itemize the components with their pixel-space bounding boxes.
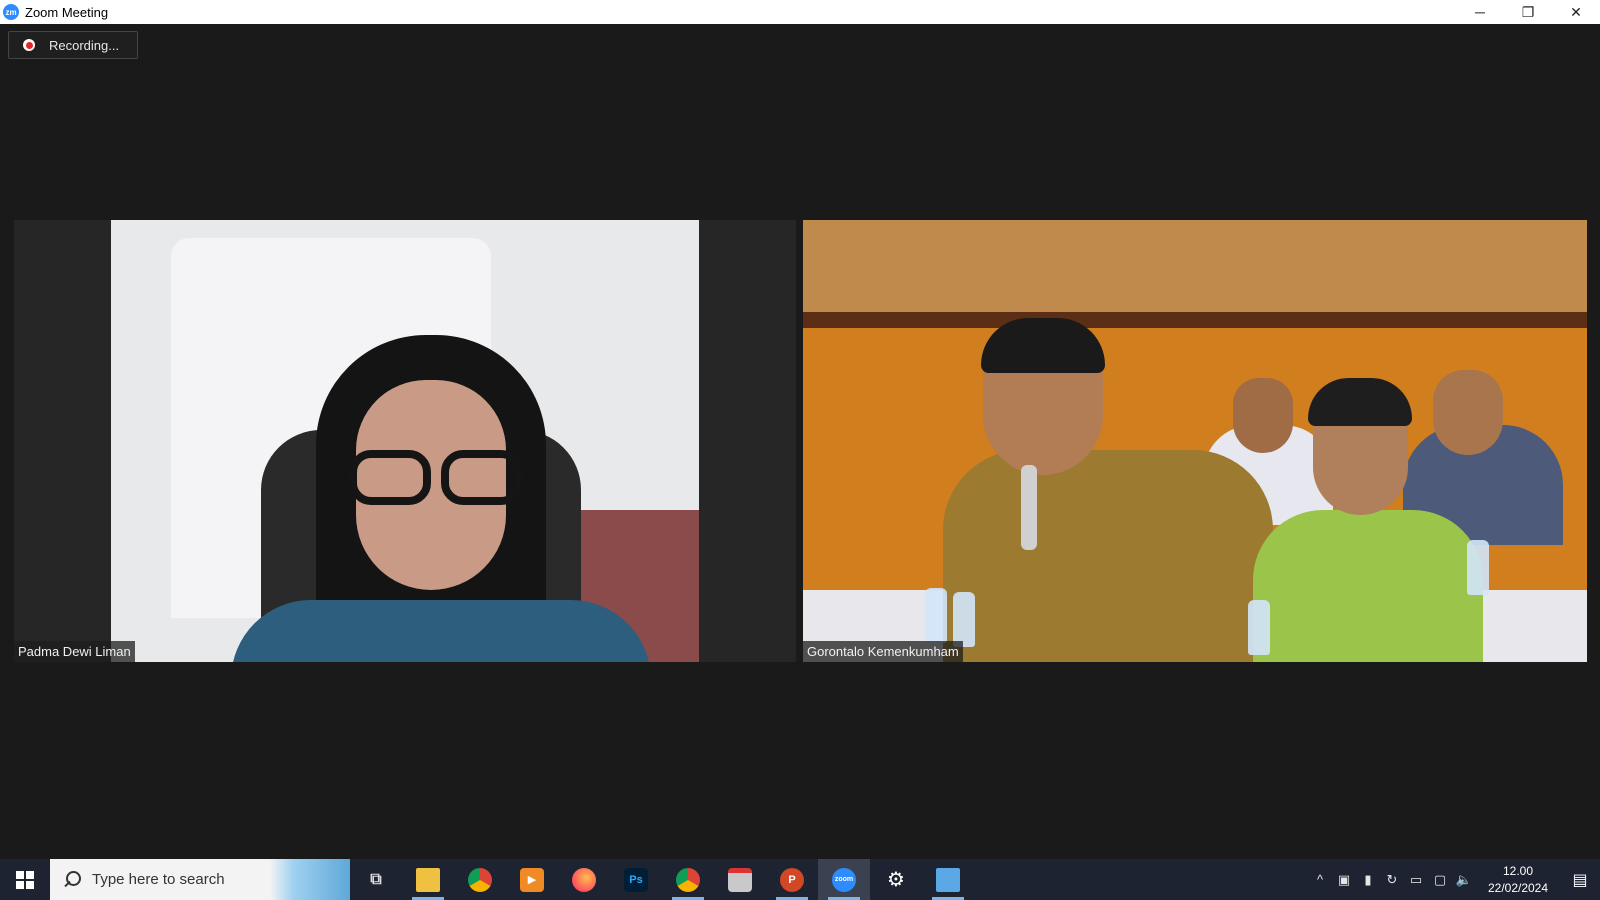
participant-name: Padma Dewi Liman bbox=[14, 641, 135, 662]
restore-button[interactable]: ❐ bbox=[1504, 0, 1552, 24]
recording-label: Recording... bbox=[49, 37, 120, 53]
network-icon[interactable]: ▢ bbox=[1428, 859, 1452, 900]
camera-icon[interactable]: ▣ bbox=[1332, 859, 1356, 900]
taskbar-settings[interactable]: ⚙ bbox=[870, 859, 922, 900]
microphone bbox=[1021, 465, 1037, 550]
photoshop-icon: Ps bbox=[624, 867, 648, 892]
taskbar-chrome[interactable] bbox=[454, 859, 506, 900]
zoom-icon: zm bbox=[3, 4, 19, 20]
window-title: Zoom Meeting bbox=[25, 4, 109, 20]
windows-icon bbox=[16, 870, 34, 889]
volume-icon[interactable]: 🔈 bbox=[1452, 859, 1476, 900]
participant-name: Gorontalo Kemenkumham bbox=[803, 641, 963, 662]
start-button[interactable] bbox=[0, 859, 50, 900]
gear-icon: ⚙ bbox=[887, 869, 905, 891]
recording-indicator[interactable]: Recording... bbox=[8, 31, 138, 59]
update-icon[interactable]: ↻ bbox=[1380, 859, 1404, 900]
microphone-icon[interactable]: ▮ bbox=[1356, 859, 1380, 900]
taskbar-remote-desktop[interactable] bbox=[922, 859, 974, 900]
taskbar-file-explorer[interactable] bbox=[402, 859, 454, 900]
video-tile-2[interactable]: Gorontalo Kemenkumham bbox=[803, 220, 1587, 662]
taskbar-powerpoint[interactable]: P bbox=[766, 859, 818, 900]
meeting-area: Recording... Padma Dewi Liman Gorontalo … bbox=[0, 24, 1600, 859]
taskbar: Type here to search ⧉ ▶ Ps P zoom ⚙ ^ ▣ … bbox=[0, 859, 1600, 900]
search-icon bbox=[62, 870, 82, 890]
firefox-icon bbox=[572, 867, 596, 892]
chevron-up-icon[interactable]: ^ bbox=[1308, 859, 1332, 900]
window-controls: ─ ❐ ✕ bbox=[1456, 0, 1600, 24]
taskbar-media-player[interactable]: ▶ bbox=[506, 859, 558, 900]
taskbar-firefox[interactable] bbox=[558, 859, 610, 900]
taskbar-search[interactable]: Type here to search bbox=[50, 859, 350, 900]
folder-icon bbox=[416, 867, 440, 892]
participant-video bbox=[111, 220, 699, 662]
close-button[interactable]: ✕ bbox=[1552, 0, 1600, 24]
task-view-button[interactable]: ⧉ bbox=[350, 859, 402, 900]
remote-desktop-icon bbox=[936, 867, 960, 892]
title-bar: zm Zoom Meeting ─ ❐ ✕ bbox=[0, 0, 1600, 24]
zoom-app-icon: zoom bbox=[832, 867, 856, 892]
recording-dot-icon bbox=[23, 39, 35, 51]
taskbar-photoshop[interactable]: Ps bbox=[610, 859, 662, 900]
clock-date: 22/02/2024 bbox=[1487, 880, 1549, 895]
powerpoint-icon: P bbox=[780, 867, 804, 892]
notification-icon[interactable]: ▤ bbox=[1560, 859, 1600, 900]
task-view-icon: ⧉ bbox=[370, 870, 382, 888]
media-player-icon: ▶ bbox=[520, 867, 544, 892]
clock-time: 12.00 bbox=[1502, 863, 1534, 878]
battery-icon[interactable]: ▭ bbox=[1404, 859, 1428, 900]
taskbar-zoom[interactable]: zoom bbox=[818, 859, 870, 900]
participant-video bbox=[803, 220, 1587, 662]
chrome-profile-icon bbox=[676, 867, 700, 892]
system-tray: ^ ▣ ▮ ↻ ▭ ▢ 🔈 12.00 22/02/2024 ▤ bbox=[1308, 859, 1600, 900]
taskbar-app-window[interactable] bbox=[714, 859, 766, 900]
taskbar-clock[interactable]: 12.00 22/02/2024 bbox=[1482, 863, 1554, 897]
chrome-icon bbox=[468, 867, 492, 892]
search-highlight-image bbox=[270, 859, 350, 900]
taskbar-chrome-profile[interactable] bbox=[662, 859, 714, 900]
video-tile-1[interactable]: Padma Dewi Liman bbox=[14, 220, 796, 662]
search-input[interactable]: Type here to search bbox=[92, 871, 225, 888]
minimize-button[interactable]: ─ bbox=[1456, 0, 1504, 24]
app-window-icon bbox=[728, 867, 752, 892]
